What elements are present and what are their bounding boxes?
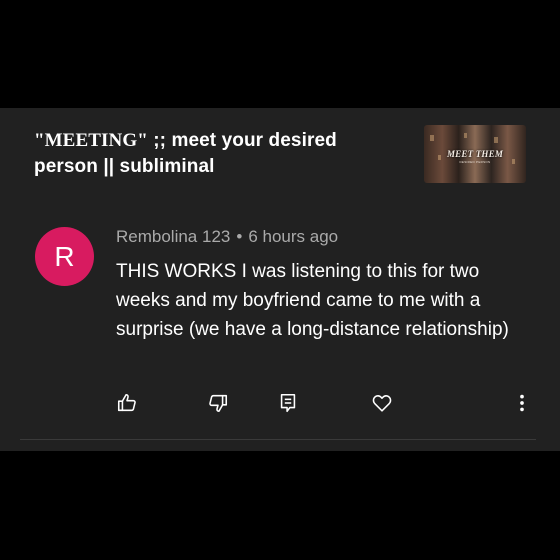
more-vertical-icon [520, 394, 524, 412]
like-button[interactable] [114, 390, 140, 416]
heart-button[interactable] [369, 390, 395, 416]
thumbnail-text: MEET THEM [446, 149, 504, 159]
video-title-quoted: "MEETING" [34, 130, 148, 151]
thumbnail-subtext: DESIRED PERSON [459, 160, 491, 164]
meta-separator: • [236, 227, 243, 246]
comment-text: THIS WORKS I was listening to this for t… [116, 261, 509, 340]
thumbs-up-icon [117, 393, 136, 412]
reply-button[interactable] [275, 390, 301, 416]
comment-time: 6 hours ago [248, 227, 339, 246]
avatar[interactable]: R [35, 227, 94, 286]
comment-card: "MEETING" ;; meet your desired person ||… [0, 108, 560, 451]
reply-icon [280, 393, 296, 413]
divider [20, 439, 536, 440]
comment-actions [0, 390, 560, 420]
video-thumbnail[interactable]: MEET THEM DESIRED PERSON [424, 125, 526, 183]
video-title[interactable]: "MEETING" ;; meet your desired person ||… [34, 128, 404, 180]
comment-author[interactable]: Rembolina 123 [116, 227, 230, 246]
heart-icon [372, 395, 392, 412]
more-options-button[interactable] [509, 390, 535, 416]
thumbs-down-icon [209, 394, 228, 413]
dislike-button[interactable] [205, 390, 231, 416]
comment-meta: Rembolina 123 • 6 hours ago [116, 227, 338, 247]
